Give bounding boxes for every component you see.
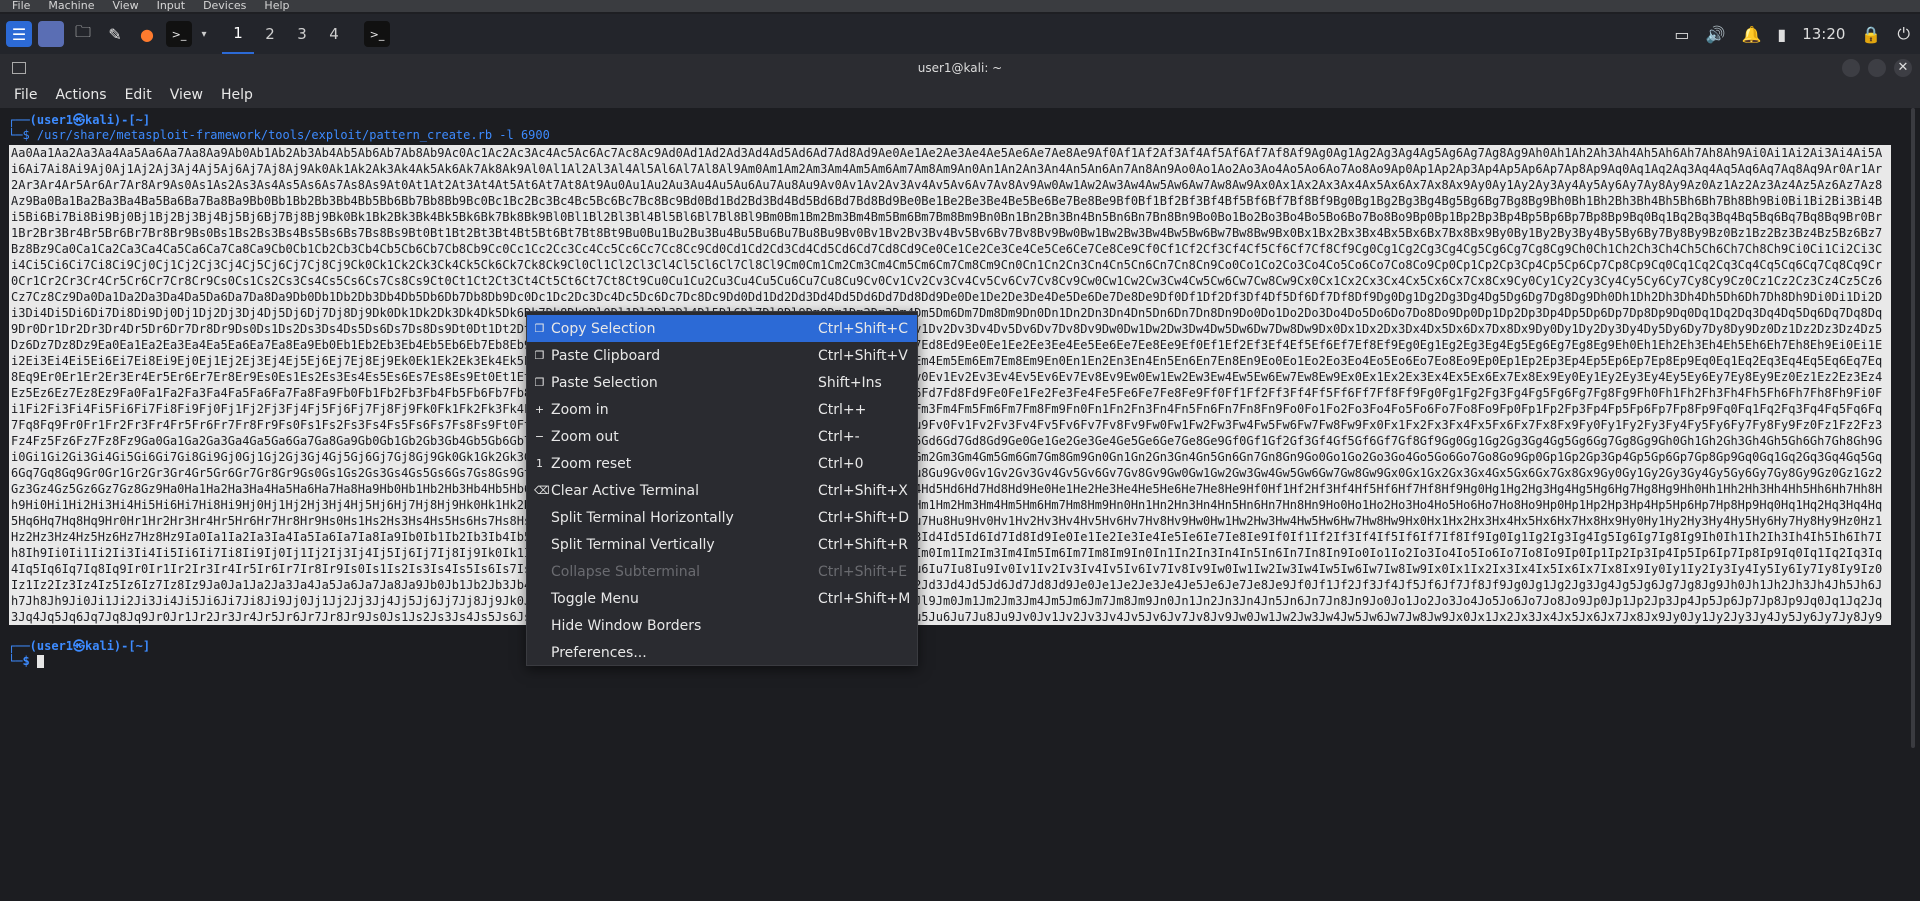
menu-item-shortcut: Ctrl+- — [818, 428, 860, 445]
vm-menu-view[interactable]: View — [112, 0, 138, 12]
minimize-button[interactable] — [1842, 59, 1860, 77]
menu-item-label: Zoom in — [551, 401, 609, 418]
menu-item-shortcut: Ctrl+Shift+R — [818, 536, 908, 553]
menu-help[interactable]: Help — [213, 84, 261, 106]
terminal-scrollbar[interactable] — [1906, 108, 1920, 901]
menu-item-hide-borders[interactable]: Hide Window Borders — [527, 612, 917, 639]
menu-item-collapse-subterminal: Collapse Subterminal Ctrl+Shift+E — [527, 558, 917, 585]
menu-item-label: Copy Selection — [551, 320, 656, 337]
vm-menu-file[interactable]: File — [12, 0, 30, 12]
menu-item-label: Split Terminal Vertically — [551, 536, 715, 553]
text-editor-icon[interactable]: ✎ — [102, 21, 128, 47]
notification-bell-icon[interactable]: 🔔 — [1741, 25, 1761, 44]
command-line: └─$ /usr/share/metasploit-framework/tool… — [8, 128, 550, 142]
terminal-icon[interactable]: >_ — [166, 21, 192, 47]
menu-view[interactable]: View — [162, 84, 211, 106]
menu-item-label: Toggle Menu — [551, 590, 639, 607]
window-icon — [12, 62, 26, 74]
menu-item-label: Paste Selection — [551, 374, 658, 391]
window-title: user1@kali: ~ — [917, 61, 1003, 75]
menu-item-shortcut: Ctrl+Shift+M — [818, 590, 911, 607]
prompt-line-2: ┌──(user1㉿kali)-[~] — [8, 639, 151, 653]
menu-item-split-vertical[interactable]: Split Terminal Vertically Ctrl+Shift+R — [527, 531, 917, 558]
workspace-4[interactable]: 4 — [318, 14, 350, 54]
workspace-3[interactable]: 3 — [286, 14, 318, 54]
menu-item-label: Collapse Subterminal — [551, 563, 701, 580]
menu-item-label: Split Terminal Horizontally — [551, 509, 734, 526]
menu-item-shortcut: Ctrl++ — [818, 401, 867, 418]
menu-item-toggle-menu[interactable]: Toggle Menu Ctrl+Shift+M — [527, 585, 917, 612]
workspace-switcher: 1 2 3 4 — [222, 14, 350, 54]
minus-icon: − — [534, 430, 545, 443]
terminal-area[interactable]: ┌──(user1㉿kali)-[~] └─$ /usr/share/metas… — [0, 108, 1906, 901]
paste-icon: ❐ — [534, 349, 545, 362]
menu-actions[interactable]: Actions — [47, 84, 114, 106]
menu-item-copy-selection[interactable]: ❐ Copy Selection Ctrl+Shift+C — [527, 315, 917, 342]
vm-menu-input[interactable]: Input — [157, 0, 185, 12]
vm-menu-machine[interactable]: Machine — [48, 0, 94, 12]
plus-icon: + — [534, 403, 545, 416]
menu-file[interactable]: File — [6, 84, 45, 106]
prompt-line-3: └─$ — [8, 654, 44, 669]
display-icon[interactable]: ▭ — [1674, 25, 1689, 44]
menu-item-shortcut: Shift+Ins — [818, 374, 882, 391]
prompt-symbol: └─$ — [8, 654, 37, 668]
taskbar-terminal-icon[interactable]: >_ — [364, 21, 390, 47]
power-icon[interactable]: ⏻ — [1897, 24, 1910, 44]
zoom-reset-icon: 1 — [536, 457, 543, 470]
menu-item-label: Paste Clipboard — [551, 347, 661, 364]
clear-icon: ⌫ — [534, 484, 550, 497]
menu-item-zoom-reset[interactable]: 1 Zoom reset Ctrl+0 — [527, 450, 917, 477]
menu-item-label: Hide Window Borders — [551, 617, 702, 634]
volume-icon[interactable]: 🔊 — [1706, 25, 1726, 44]
menu-edit[interactable]: Edit — [117, 84, 160, 106]
copy-icon: ❐ — [534, 322, 545, 335]
menu-item-shortcut: Ctrl+Shift+C — [818, 320, 908, 337]
prompt-line: ┌──(user1㉿kali)-[~] — [8, 113, 151, 127]
close-button[interactable]: ✕ — [1894, 59, 1912, 77]
menu-item-zoom-out[interactable]: − Zoom out Ctrl+- — [527, 423, 917, 450]
menu-item-label: Zoom reset — [551, 455, 632, 472]
workspace-2[interactable]: 2 — [254, 14, 286, 54]
top-panel: ☰ 🗀 ✎ ● >_ ▾ 1 2 3 4 >_ ▭ 🔊 🔔 ▮ 13:20 🔒 … — [0, 14, 1920, 54]
scrollbar-thumb[interactable] — [1911, 108, 1915, 748]
menu-item-shortcut: Ctrl+Shift+D — [818, 509, 909, 526]
text-cursor — [36, 655, 44, 668]
menu-item-split-horizontal[interactable]: Split Terminal Horizontally Ctrl+Shift+D — [527, 504, 917, 531]
lock-icon[interactable]: 🔒 — [1861, 25, 1881, 44]
workspace-1[interactable]: 1 — [222, 14, 254, 54]
clock[interactable]: 13:20 — [1802, 25, 1845, 43]
menu-item-shortcut: Ctrl+Shift+E — [818, 563, 908, 580]
battery-icon[interactable]: ▮ — [1777, 25, 1786, 44]
app-menubar: File Actions Edit View Help — [0, 82, 1920, 108]
menu-item-label: Clear Active Terminal — [551, 482, 699, 499]
menu-item-label: Zoom out — [551, 428, 619, 445]
menu-item-paste-clipboard[interactable]: ❐ Paste Clipboard Ctrl+Shift+V — [527, 342, 917, 369]
kali-menu-icon[interactable]: ☰ — [6, 21, 32, 47]
menu-item-paste-selection[interactable]: ❐ Paste Selection Shift+Ins — [527, 369, 917, 396]
chevron-down-icon[interactable]: ▾ — [198, 21, 210, 47]
menu-item-preferences[interactable]: Preferences... — [527, 639, 917, 666]
vm-menu-devices[interactable]: Devices — [203, 0, 246, 12]
menu-item-shortcut: Ctrl+0 — [818, 455, 864, 472]
menu-item-shortcut: Ctrl+Shift+V — [818, 347, 908, 364]
maximize-button[interactable] — [1868, 59, 1886, 77]
menu-item-clear-terminal[interactable]: ⌫ Clear Active Terminal Ctrl+Shift+X — [527, 477, 917, 504]
system-tray: ▭ 🔊 🔔 ▮ 13:20 🔒 ⏻ — [1674, 14, 1910, 54]
context-menu: ❐ Copy Selection Ctrl+Shift+C ❐ Paste Cl… — [526, 311, 918, 666]
menu-item-shortcut: Ctrl+Shift+X — [818, 482, 908, 499]
menu-item-label: Preferences... — [551, 644, 647, 661]
file-manager-icon[interactable]: 🗀 — [70, 21, 96, 47]
firefox-icon[interactable]: ● — [134, 21, 160, 47]
window-titlebar[interactable]: user1@kali: ~ ✕ — [0, 54, 1920, 82]
desktop-icon[interactable] — [38, 21, 64, 47]
menu-item-zoom-in[interactable]: + Zoom in Ctrl++ — [527, 396, 917, 423]
paste-icon: ❐ — [534, 376, 545, 389]
vm-menubar: File Machine View Input Devices Help — [0, 0, 1920, 12]
vm-menu-help[interactable]: Help — [264, 0, 289, 12]
pattern-output-selected[interactable]: Aa0Aa1Aa2Aa3Aa4Aa5Aa6Aa7Aa8Aa9Ab0Ab1Ab2A… — [9, 145, 1891, 625]
